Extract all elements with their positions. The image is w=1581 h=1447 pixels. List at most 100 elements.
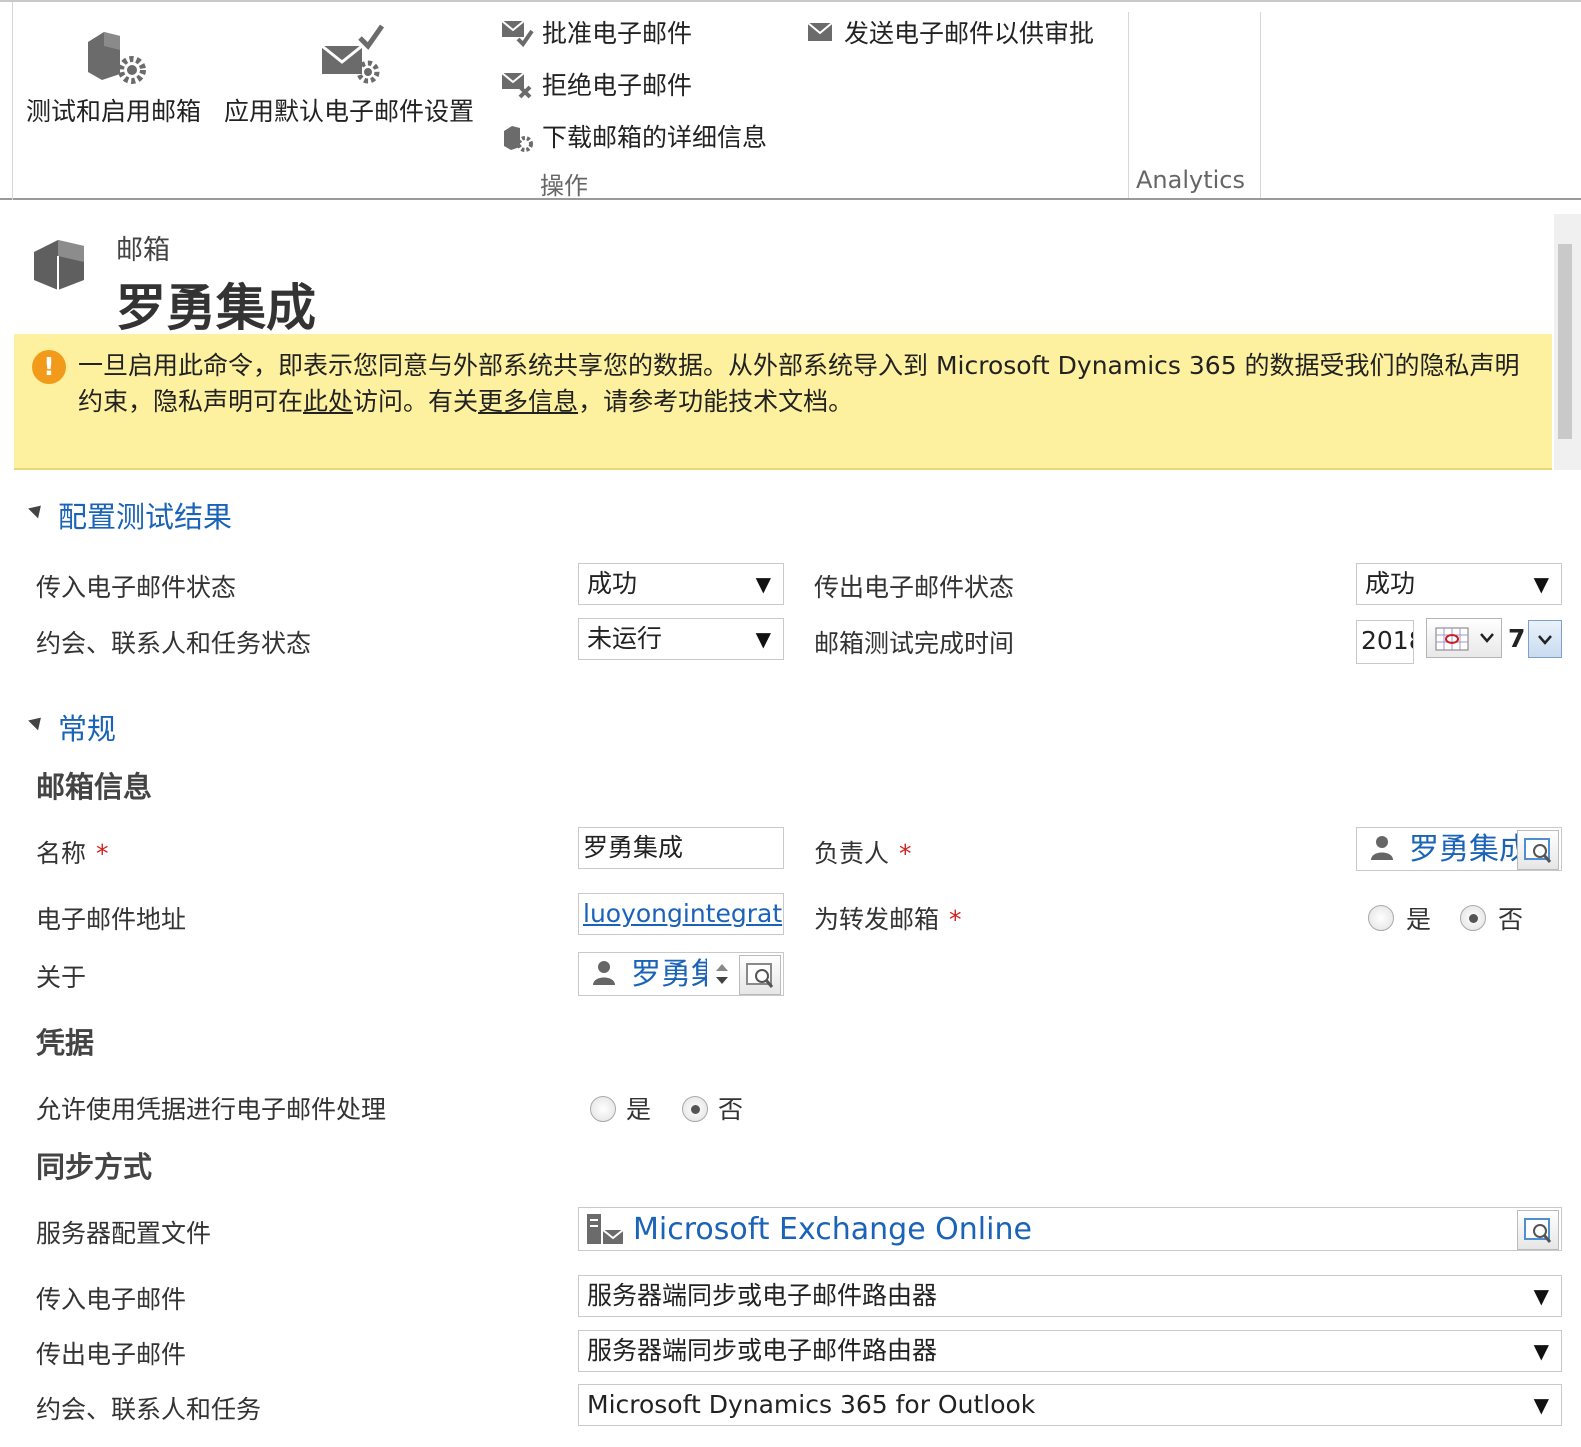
required-indicator: *: [96, 839, 109, 868]
sync-method-title: 同步方式: [36, 1150, 153, 1184]
entity-type-label: 邮箱: [116, 235, 170, 266]
actions-group-label: 操作: [540, 172, 588, 200]
command-ribbon: 测试和启用邮箱 应用默认电子邮件设置 批准电子邮件 拒绝电子邮件 下载邮箱的详细…: [0, 0, 1581, 200]
apply-default-email-settings-button[interactable]: 应用默认电子邮件设置: [222, 16, 488, 136]
collapse-triangle-icon[interactable]: [28, 712, 46, 731]
ribbon-separator: [1260, 12, 1261, 198]
email-address-link[interactable]: luoyongintegrat: [583, 899, 782, 928]
incoming-email-label: 传入电子邮件: [36, 1285, 187, 1314]
outgoing-email-select[interactable]: 服务器端同步或电子邮件路由器 ▼: [578, 1330, 1562, 1372]
owner-lookup[interactable]: 罗勇集成: [1356, 827, 1562, 871]
user-icon: [1371, 836, 1393, 860]
name-value: 罗勇集成: [583, 833, 684, 862]
warning-icon: !: [32, 350, 66, 384]
name-label: 名称 *: [36, 834, 109, 870]
test-completed-date-input[interactable]: 2018: [1356, 620, 1414, 664]
section-config-test-results[interactable]: 配置测试结果: [58, 494, 232, 536]
record-header: 邮箱 罗勇集成: [14, 214, 1554, 337]
reject-email-button[interactable]: 拒绝电子邮件: [500, 66, 692, 102]
incoming-email-status-select[interactable]: 成功 ▼: [578, 563, 784, 605]
approve-email-label: 批准电子邮件: [542, 19, 693, 48]
send-email-icon: [807, 22, 833, 41]
download-mailbox-details-label: 下载邮箱的详细信息: [542, 123, 768, 152]
outgoing-email-status-select[interactable]: 成功 ▼: [1356, 563, 1562, 605]
send-email-for-approval-button[interactable]: 发送电子邮件以供审批: [806, 14, 1094, 50]
credentials-title: 凭据: [36, 1026, 95, 1060]
reject-email-label: 拒绝电子邮件: [542, 71, 693, 100]
forward-no-radio[interactable]: [1460, 905, 1486, 931]
allow-credentials-yes-radio[interactable]: [590, 1096, 616, 1122]
allow-credentials-yes-label[interactable]: 是: [626, 1090, 651, 1126]
owner-lookup-button[interactable]: [1517, 830, 1559, 870]
outgoing-email-label: 传出电子邮件: [36, 1340, 187, 1369]
required-indicator: *: [899, 839, 912, 868]
email-address-input[interactable]: luoyongintegrat: [578, 893, 784, 935]
test-enable-mailbox-label: 测试和启用邮箱: [26, 97, 202, 126]
act-status-value: 未运行: [587, 624, 663, 653]
incoming-email-value: 服务器端同步或电子邮件路由器: [587, 1281, 938, 1310]
apply-default-email-settings-label: 应用默认电子邮件设置: [224, 97, 475, 126]
dropdown-arrow-icon: ▼: [1533, 572, 1549, 596]
scrollbar-thumb[interactable]: [1558, 244, 1572, 439]
user-icon: [593, 961, 615, 985]
forward-yes-label[interactable]: 是: [1406, 900, 1431, 936]
appointments-contacts-tasks-select[interactable]: Microsoft Dynamics 365 for Outlook ▼: [578, 1384, 1562, 1426]
lookup-magnifier-icon: [1524, 1218, 1552, 1243]
approve-email-icon: [501, 20, 534, 48]
privacy-here-link[interactable]: 此处: [303, 387, 353, 416]
forward-mailbox-label-text: 为转发邮箱: [814, 905, 940, 934]
more-info-link[interactable]: 更多信息: [478, 387, 578, 416]
incoming-email-select[interactable]: 服务器端同步或电子邮件路由器 ▼: [578, 1275, 1562, 1317]
owner-value[interactable]: 罗勇集成: [1409, 828, 1529, 870]
act-status-select[interactable]: 未运行 ▼: [578, 618, 784, 660]
record-title: 罗勇集成: [116, 279, 316, 337]
allow-credentials-no-radio[interactable]: [682, 1096, 708, 1122]
regarding-lookup-button[interactable]: [739, 955, 781, 995]
server-profile-value[interactable]: Microsoft Exchange Online: [633, 1208, 1032, 1250]
outgoing-email-status-value: 成功: [1365, 569, 1416, 598]
appointments-contacts-tasks-label: 约会、联系人和任务: [36, 1395, 262, 1424]
header-scrollbar[interactable]: [1554, 214, 1581, 470]
email-address-label: 电子邮件地址: [36, 905, 187, 934]
email-settings-check-icon: [321, 24, 385, 84]
dropdown-arrow-icon: ▼: [1533, 1284, 1549, 1308]
time-dropdown-button[interactable]: [1528, 620, 1562, 658]
name-input[interactable]: 罗勇集成: [578, 827, 784, 869]
act-status-label: 约会、联系人和任务状态: [36, 629, 312, 658]
allow-credentials-no-label[interactable]: 否: [718, 1090, 743, 1126]
test-enable-mailbox-button[interactable]: 测试和启用邮箱: [22, 16, 218, 136]
incoming-email-status-value: 成功: [587, 569, 638, 598]
download-mailbox-details-button[interactable]: 下载邮箱的详细信息: [500, 118, 767, 154]
scroll-updown-icon[interactable]: [713, 959, 731, 989]
send-email-for-approval-label: 发送电子邮件以供审批: [844, 19, 1095, 48]
lookup-magnifier-icon: [1524, 838, 1552, 863]
calendar-picker-button[interactable]: [1426, 618, 1502, 658]
ribbon-left-edge: [12, 2, 13, 200]
regarding-label: 关于: [36, 963, 87, 992]
approve-email-button[interactable]: 批准电子邮件: [500, 14, 692, 50]
owner-label: 负责人 *: [814, 834, 912, 870]
required-indicator: *: [949, 905, 962, 934]
mailbox-icon: [34, 240, 84, 290]
dropdown-arrow-icon: ▼: [1533, 1339, 1549, 1363]
section-general[interactable]: 常规: [58, 706, 116, 748]
calendar-icon: [1435, 627, 1469, 651]
forward-yes-radio[interactable]: [1368, 905, 1394, 931]
dropdown-arrow-icon: ▼: [1533, 1393, 1549, 1417]
forward-no-label[interactable]: 否: [1498, 900, 1523, 936]
forward-mailbox-label: 为转发邮箱 *: [814, 900, 962, 936]
server-profile-lookup[interactable]: Microsoft Exchange Online: [578, 1207, 1562, 1251]
test-completed-time-value[interactable]: 7: [1508, 624, 1525, 653]
privacy-notice-banner: ! 一旦启用此命令，即表示您同意与外部系统共享您的数据。从外部系统导入到 Mic…: [14, 334, 1552, 470]
reject-email-icon: [501, 72, 532, 99]
outgoing-email-status-label: 传出电子邮件状态: [814, 573, 1015, 602]
regarding-lookup[interactable]: 罗勇集: [578, 952, 784, 996]
regarding-value[interactable]: 罗勇集: [631, 953, 707, 995]
collapse-triangle-icon[interactable]: [28, 500, 46, 519]
name-label-text: 名称: [36, 839, 87, 868]
server-profile-lookup-button[interactable]: [1517, 1210, 1559, 1250]
test-completed-date-value: 2018: [1361, 626, 1413, 655]
appointments-contacts-tasks-value: Microsoft Dynamics 365 for Outlook: [587, 1390, 1036, 1419]
dropdown-arrow-icon: ▼: [755, 572, 771, 596]
mailbox-download-icon: [504, 126, 533, 152]
